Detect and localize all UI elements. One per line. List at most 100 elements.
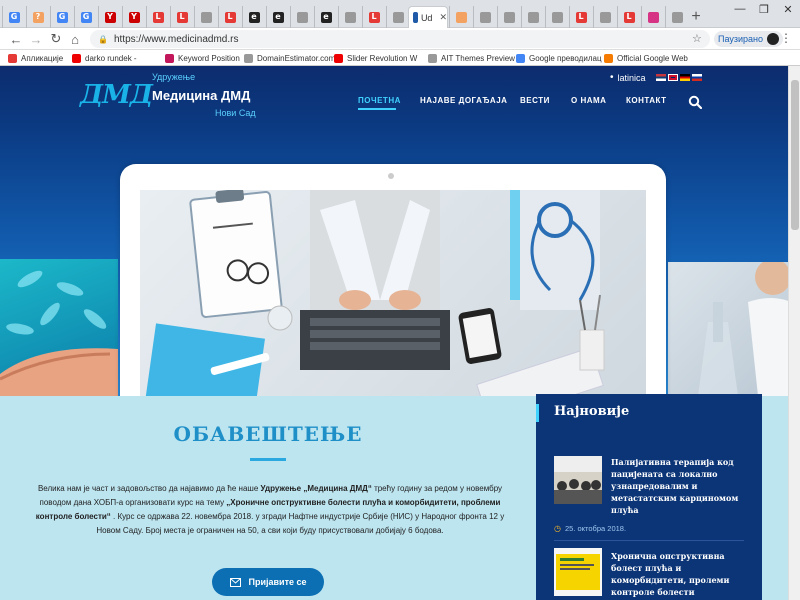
hero-section: ДМД Удружење Медицина ДМД Нови Сад • lat… xyxy=(0,66,800,404)
forward-arrow-icon[interactable]: → xyxy=(28,31,44,47)
tab-15[interactable]: L xyxy=(362,6,385,28)
scrollbar-thumb[interactable] xyxy=(791,80,799,230)
notice-text-1: Велика нам је част и задовољство да наја… xyxy=(37,484,261,493)
hero-photo-desk xyxy=(140,190,646,404)
nav-news[interactable]: ВЕСТИ xyxy=(520,96,550,105)
home-icon[interactable]: ⌂ xyxy=(67,31,83,47)
tab-r1[interactable] xyxy=(473,6,496,28)
tab-9[interactable]: L xyxy=(218,6,241,28)
lang-latinica-link[interactable]: latinica xyxy=(618,73,646,83)
tab-doc-icon xyxy=(479,11,491,23)
side-image-lab xyxy=(668,262,800,396)
nav-contact[interactable]: КОНТАКТ xyxy=(626,96,667,105)
bookmark-item[interactable]: Апликације xyxy=(8,52,63,64)
sidebar-title-accent xyxy=(536,404,539,422)
search-icon[interactable] xyxy=(688,95,702,109)
bookmark-item[interactable]: Keyword Position xyxy=(165,52,240,64)
tab-r9[interactable] xyxy=(665,6,688,28)
tab-12[interactable] xyxy=(290,6,313,28)
minimize-button[interactable]: — xyxy=(728,0,752,18)
tab-active-label: Ud xyxy=(420,12,433,23)
bookmark-label: darko rundek - xyxy=(85,53,137,63)
bookmark-label: Official Google Web xyxy=(617,53,688,63)
bookmark-item[interactable]: Google преводилац xyxy=(516,52,602,64)
latest-posts-sidebar: Најновије Палијативна терапија код пациј… xyxy=(536,394,762,600)
tab-doc-icon xyxy=(200,11,212,23)
tab-r6[interactable] xyxy=(593,6,616,28)
bookmark-label: Google преводилац xyxy=(529,53,602,63)
nav-events[interactable]: НАЈАВЕ ДОГАЂАЈА xyxy=(420,96,507,105)
flag-de-icon[interactable] xyxy=(679,74,690,81)
close-tab-icon[interactable]: ✕ xyxy=(439,12,447,23)
tab-16[interactable] xyxy=(386,6,409,28)
back-arrow-icon[interactable]: ← xyxy=(8,31,24,47)
notice-bold-1: Удружење „Медицина ДМД“ xyxy=(260,484,372,493)
web-page: ДМД Удружење Медицина ДМД Нови Сад • lat… xyxy=(0,66,800,600)
tab-doc-icon xyxy=(551,11,563,23)
flag-rs-icon[interactable] xyxy=(655,74,666,81)
lock-icon: 🔒 xyxy=(98,34,108,44)
tab-r4[interactable] xyxy=(545,6,568,28)
tab-pink-icon xyxy=(647,11,659,23)
address-bar[interactable]: 🔒 https://www.medicinadmd.rs xyxy=(90,30,710,48)
tab-2[interactable]: G xyxy=(50,6,73,28)
tab-4[interactable]: Y xyxy=(98,6,121,28)
bookmark-star-icon[interactable]: ☆ xyxy=(692,32,702,45)
tab-0[interactable]: G xyxy=(2,6,25,28)
maximize-button[interactable]: ❐ xyxy=(752,0,776,18)
apps-grid-icon xyxy=(8,53,17,63)
post-thumbnail-1[interactable] xyxy=(554,456,602,504)
tab-14[interactable] xyxy=(338,6,361,28)
youtube-icon xyxy=(334,53,343,63)
tab-red-icon: L xyxy=(152,11,164,23)
tab-1[interactable]: ? xyxy=(26,6,49,28)
nav-home[interactable]: ПОЧЕТНА xyxy=(358,96,401,105)
tab-strip: G? G G Y Y L L Le e e L Ud ✕ LL + — ❐ ✕ xyxy=(0,0,800,28)
reload-icon[interactable]: ↻ xyxy=(48,31,64,47)
new-tab-button[interactable]: + xyxy=(686,8,706,26)
tab-r0[interactable] xyxy=(449,6,472,28)
flag-uk-icon[interactable] xyxy=(667,74,678,81)
tab-8[interactable] xyxy=(194,6,217,28)
notice-paragraph: Велика нам је част и задовољство да наја… xyxy=(25,482,515,538)
blogger-icon xyxy=(604,53,613,63)
post-title-2[interactable]: Хронична опструктивна болест плућа и ком… xyxy=(611,550,751,598)
tab-r2[interactable] xyxy=(497,6,520,28)
apply-button[interactable]: Пријавите се xyxy=(212,568,324,596)
post-title-1[interactable]: Палијативна терапија код пацијената са л… xyxy=(611,456,751,516)
bookmark-item[interactable]: AIT Themes Preview xyxy=(428,52,515,64)
nav-active-underline xyxy=(358,108,396,110)
tab-r7[interactable]: L xyxy=(617,6,640,28)
bookmark-item[interactable]: Slider Revolution W xyxy=(334,52,417,64)
flag-ru-icon[interactable] xyxy=(691,74,702,81)
tab-6[interactable]: L xyxy=(146,6,169,28)
tab-3[interactable]: G xyxy=(74,6,97,28)
google-icon: G xyxy=(56,11,68,23)
post-thumbnail-2[interactable] xyxy=(554,548,602,596)
tab-13[interactable]: e xyxy=(314,6,337,28)
bookmark-item[interactable]: DomainEstimator.com xyxy=(244,52,335,64)
menu-dots-icon[interactable]: ⋮ xyxy=(780,31,792,45)
tab-r8[interactable] xyxy=(641,6,664,28)
tab-11[interactable]: e xyxy=(266,6,289,28)
tab-5[interactable]: Y xyxy=(122,6,145,28)
bullet-icon: • xyxy=(610,72,614,83)
yandex-icon: Y xyxy=(128,11,140,23)
tab-orange-icon xyxy=(455,11,467,23)
profile-paused-button[interactable]: Паузирано xyxy=(714,31,784,47)
bookmark-item[interactable]: Official Google Web xyxy=(604,52,688,64)
tab-r3[interactable] xyxy=(521,6,544,28)
close-window-button[interactable]: ✕ xyxy=(776,0,800,18)
bookmark-item[interactable]: darko rundek - xyxy=(72,52,137,64)
tab-10[interactable]: e xyxy=(242,6,265,28)
tab-r5[interactable]: L xyxy=(569,6,592,28)
tab-red-icon: L xyxy=(224,11,236,23)
tab-active[interactable]: Ud ✕ xyxy=(408,6,448,28)
tab-7[interactable]: L xyxy=(170,6,193,28)
site-logo[interactable]: ДМД xyxy=(80,80,153,110)
tab-black-icon: e xyxy=(248,11,260,23)
nav-about[interactable]: О НАМА xyxy=(571,96,606,105)
translate-icon xyxy=(516,53,525,63)
tab-doc-icon xyxy=(503,11,515,23)
page-scrollbar[interactable] xyxy=(788,66,800,600)
